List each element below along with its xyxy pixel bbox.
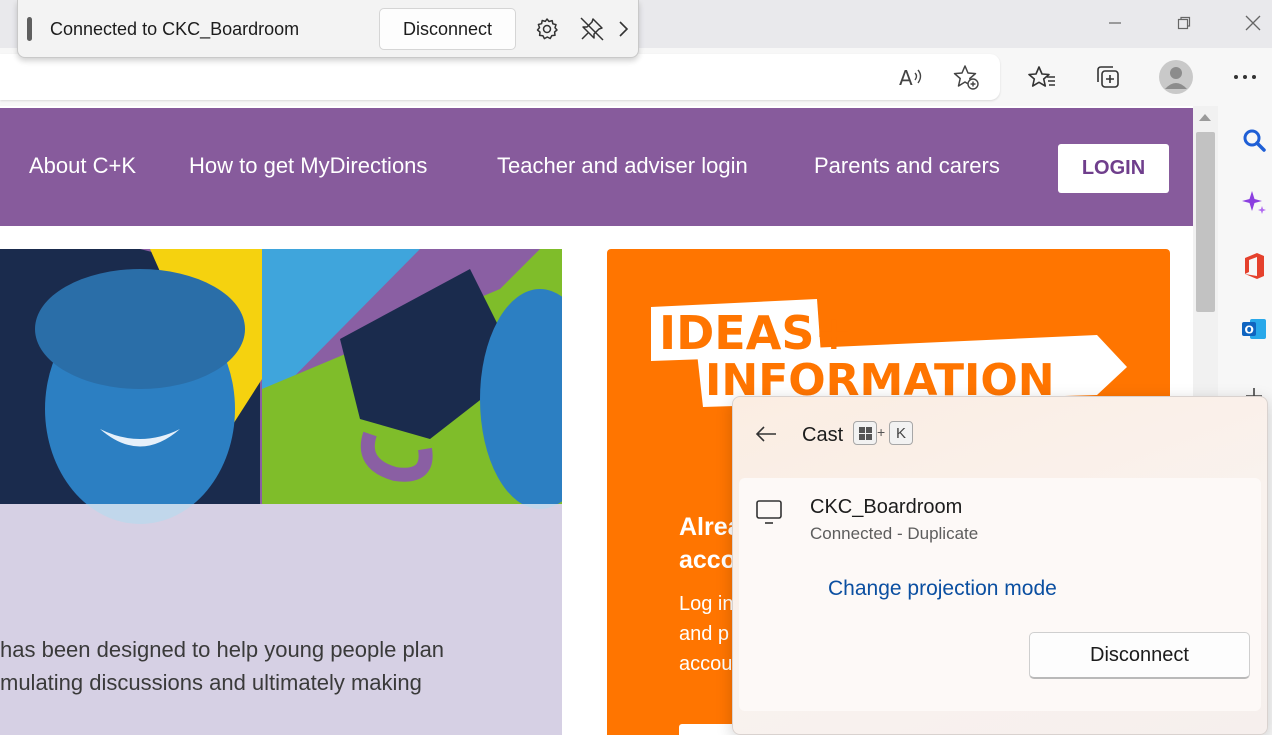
office-icon[interactable]	[1234, 246, 1272, 286]
nav-link-teacher-login[interactable]: Teacher and adviser login	[497, 153, 748, 179]
cast-title: Cast	[802, 424, 844, 446]
hero-text-line-2: mulating discussions and ultimately maki…	[0, 670, 422, 695]
card-body: Log in and p accou	[679, 593, 734, 675]
svg-text:IDEAS+: IDEAS+	[659, 306, 853, 360]
cast-bar-disconnect-button[interactable]: Disconnect	[379, 8, 516, 50]
shortcut-plus: +	[877, 424, 886, 440]
minimize-icon[interactable]	[1092, 8, 1138, 38]
monitor-icon	[755, 498, 783, 526]
address-bar[interactable]: A	[0, 54, 1000, 100]
scroll-up-arrow[interactable]	[1199, 114, 1211, 121]
scroll-thumb[interactable]	[1196, 132, 1215, 312]
gear-icon[interactable]	[529, 11, 565, 47]
device-name: CKC_Boardroom	[810, 496, 963, 518]
nav-link-about[interactable]: About C+K	[29, 153, 136, 179]
login-button[interactable]: LOGIN	[1058, 144, 1169, 193]
windows-key-icon	[853, 421, 877, 445]
drag-handle[interactable]	[27, 17, 32, 41]
more-icon[interactable]	[1227, 59, 1263, 95]
device-status: Connected - Duplicate	[810, 524, 979, 543]
restore-icon[interactable]	[1161, 8, 1207, 38]
back-arrow-icon[interactable]	[751, 419, 781, 449]
search-icon[interactable]	[1234, 120, 1272, 160]
outlook-icon[interactable]: O	[1234, 309, 1272, 349]
profile-avatar[interactable]	[1158, 59, 1194, 95]
cast-device-item[interactable]: CKC_Boardroom Connected - Duplicate Chan…	[739, 478, 1261, 711]
disconnect-button[interactable]: Disconnect	[1029, 632, 1250, 679]
cast-status-text: Connected to CKC_Boardroom	[50, 19, 300, 39]
chevron-right-icon[interactable]	[609, 11, 637, 47]
svg-text:A: A	[899, 66, 913, 89]
hero-image: has been designed to help young people p…	[0, 249, 562, 735]
hero-text: has been designed to help young people p…	[0, 633, 560, 699]
cast-connection-bar: Connected to CKC_Boardroom Disconnect	[17, 0, 639, 58]
change-projection-mode-link[interactable]: Change projection mode	[828, 577, 1057, 601]
read-aloud-icon[interactable]: A	[893, 59, 929, 95]
nav-link-how-to-get[interactable]: How to get MyDirections	[189, 153, 427, 179]
collections-icon[interactable]	[1090, 59, 1126, 95]
close-icon[interactable]	[1230, 8, 1272, 38]
copilot-icon[interactable]	[1234, 183, 1272, 223]
site-nav: About C+K How to get MyDirections Teache…	[0, 108, 1193, 226]
favorites-icon[interactable]	[1024, 59, 1060, 95]
unpin-icon[interactable]	[574, 11, 610, 47]
cast-flyout: Cast + K CKC_Boardroom Connected - Dupli…	[732, 396, 1268, 735]
add-favorite-icon[interactable]	[948, 59, 984, 95]
shortcut-key: K	[889, 421, 913, 445]
nav-link-parents[interactable]: Parents and carers	[814, 153, 1000, 179]
hero-text-line-1: has been designed to help young people p…	[0, 637, 445, 662]
svg-text:O: O	[1245, 324, 1254, 337]
